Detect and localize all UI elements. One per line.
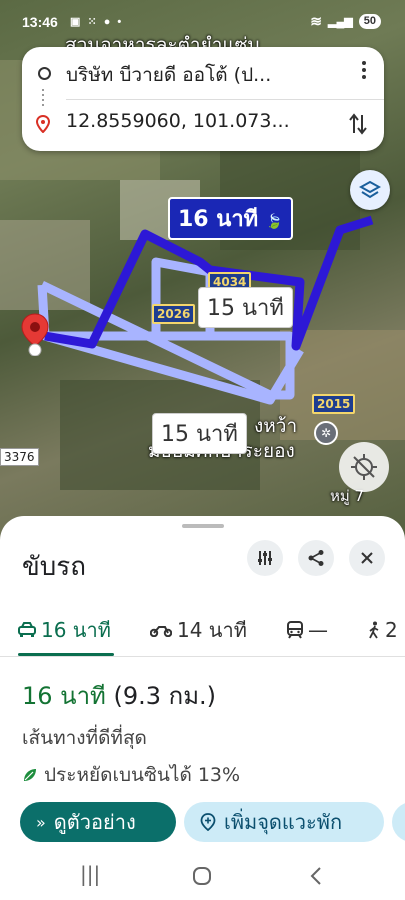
road-shield-2015: 2015: [312, 394, 356, 414]
system-nav-bar: |||: [0, 850, 405, 900]
layers-button[interactable]: [350, 170, 390, 210]
tab-motorcycle[interactable]: 14 นาที: [150, 604, 247, 656]
double-chevron-icon: »: [36, 812, 46, 832]
add-stop-label: เพิ่มจุดแวะพัก: [224, 810, 343, 834]
eco-leaf-icon: 🍃: [265, 214, 284, 230]
directions-sheet: ขับรถ 16 นาที 14 นาที — 2 16 นาที (9.3 ก…: [0, 516, 405, 900]
more-options-icon[interactable]: [362, 61, 366, 79]
road-shield-2026: 2026: [152, 304, 196, 324]
primary-route-time-chip[interactable]: 16 นาที 🍃: [168, 197, 294, 240]
signal-icon: ▂▄▆: [328, 16, 353, 28]
tab-drive-label: 16 นาที: [41, 618, 111, 642]
more-actions-chip[interactable]: [392, 802, 405, 842]
layers-icon: [359, 180, 381, 199]
tab-motorcycle-label: 14 นาที: [177, 618, 247, 642]
add-stop-button[interactable]: เพิ่มจุดแวะพัก: [184, 802, 384, 842]
sheet-title: ขับรถ: [22, 552, 86, 582]
destination-pin-icon[interactable]: [20, 312, 50, 356]
fuel-saving-text: ประหยัดเบนซินได้ 13%: [44, 764, 241, 786]
tab-walk[interactable]: 2: [368, 604, 398, 656]
route-summary: 16 นาที (9.3 กม.): [22, 676, 216, 715]
walk-icon: [369, 621, 379, 639]
tab-transit-label: —: [308, 618, 328, 642]
motorcycle-icon: [150, 626, 172, 637]
wifi-icon: ≋: [310, 13, 323, 29]
origin-row[interactable]: บริษัท บีวายดี ออโต้ (ป...: [22, 47, 384, 97]
system-icons: ≋ ▂▄▆ 50: [310, 13, 381, 30]
transit-icon: [287, 621, 303, 639]
tab-walk-label: 2: [385, 618, 398, 642]
screen: สวนอาหารละตำยำแซ่บ 4034 2026 2015 3376 ง…: [0, 0, 405, 900]
fuel-saving-line: ประหยัดเบนซินได้ 13%: [22, 760, 240, 790]
alternate-route-time-chip-2[interactable]: 15 นาที: [152, 413, 247, 454]
close-icon: [361, 552, 373, 564]
travel-mode-tabs: 16 นาที 14 นาที — 2: [0, 604, 405, 657]
origin-field[interactable]: บริษัท บีวายดี ออโต้ (ป...: [66, 60, 336, 90]
preview-button[interactable]: » ดูตัวอย่าง: [20, 802, 176, 842]
back-icon[interactable]: [308, 866, 324, 886]
primary-route-time: 16 นาที: [178, 207, 259, 232]
route-duration: 16 นาที: [22, 682, 106, 710]
share-button[interactable]: [298, 540, 334, 576]
road-label-3376: 3376: [0, 448, 39, 466]
recenter-button[interactable]: [339, 442, 389, 492]
alternate-route-time-chip-1[interactable]: 15 นาที: [198, 287, 293, 328]
tab-drive[interactable]: 16 นาที: [18, 604, 114, 656]
origin-circle-icon: [38, 67, 51, 80]
route-description: เส้นทางที่ดีที่สุด: [22, 727, 147, 749]
location-off-icon: [351, 454, 377, 480]
add-location-icon: [200, 813, 216, 831]
route-distance: (9.3 กม.): [113, 682, 217, 710]
notification-icons: ▣ ⁙ ● •: [70, 16, 124, 28]
home-icon[interactable]: [192, 866, 212, 886]
tab-transit[interactable]: —: [287, 604, 328, 656]
close-button[interactable]: [349, 540, 385, 576]
route-card: บริษัท บีวายดี ออโต้ (ป... 12.8559060, 1…: [22, 47, 384, 151]
car-icon: [18, 622, 36, 637]
battery-icon: 50: [358, 14, 381, 29]
status-bar: 13:46 ▣ ⁙ ● • ≋ ▂▄▆ 50: [0, 0, 405, 44]
route-options-button[interactable]: [247, 540, 283, 576]
clock: 13:46: [22, 14, 58, 30]
swap-icon[interactable]: [348, 113, 368, 135]
tune-icon: [258, 551, 272, 565]
eco-leaf-icon: [24, 769, 36, 781]
share-icon: [308, 550, 324, 566]
destination-row[interactable]: 12.8559060, 101.073...: [22, 99, 384, 149]
destination-field[interactable]: 12.8559060, 101.073...: [66, 110, 336, 132]
destination-marker-icon: [36, 115, 50, 133]
sheet-drag-handle[interactable]: [182, 524, 224, 528]
poi-icon[interactable]: ✲: [314, 421, 338, 445]
recents-icon[interactable]: |||: [80, 862, 100, 886]
preview-label: ดูตัวอย่าง: [53, 810, 136, 834]
